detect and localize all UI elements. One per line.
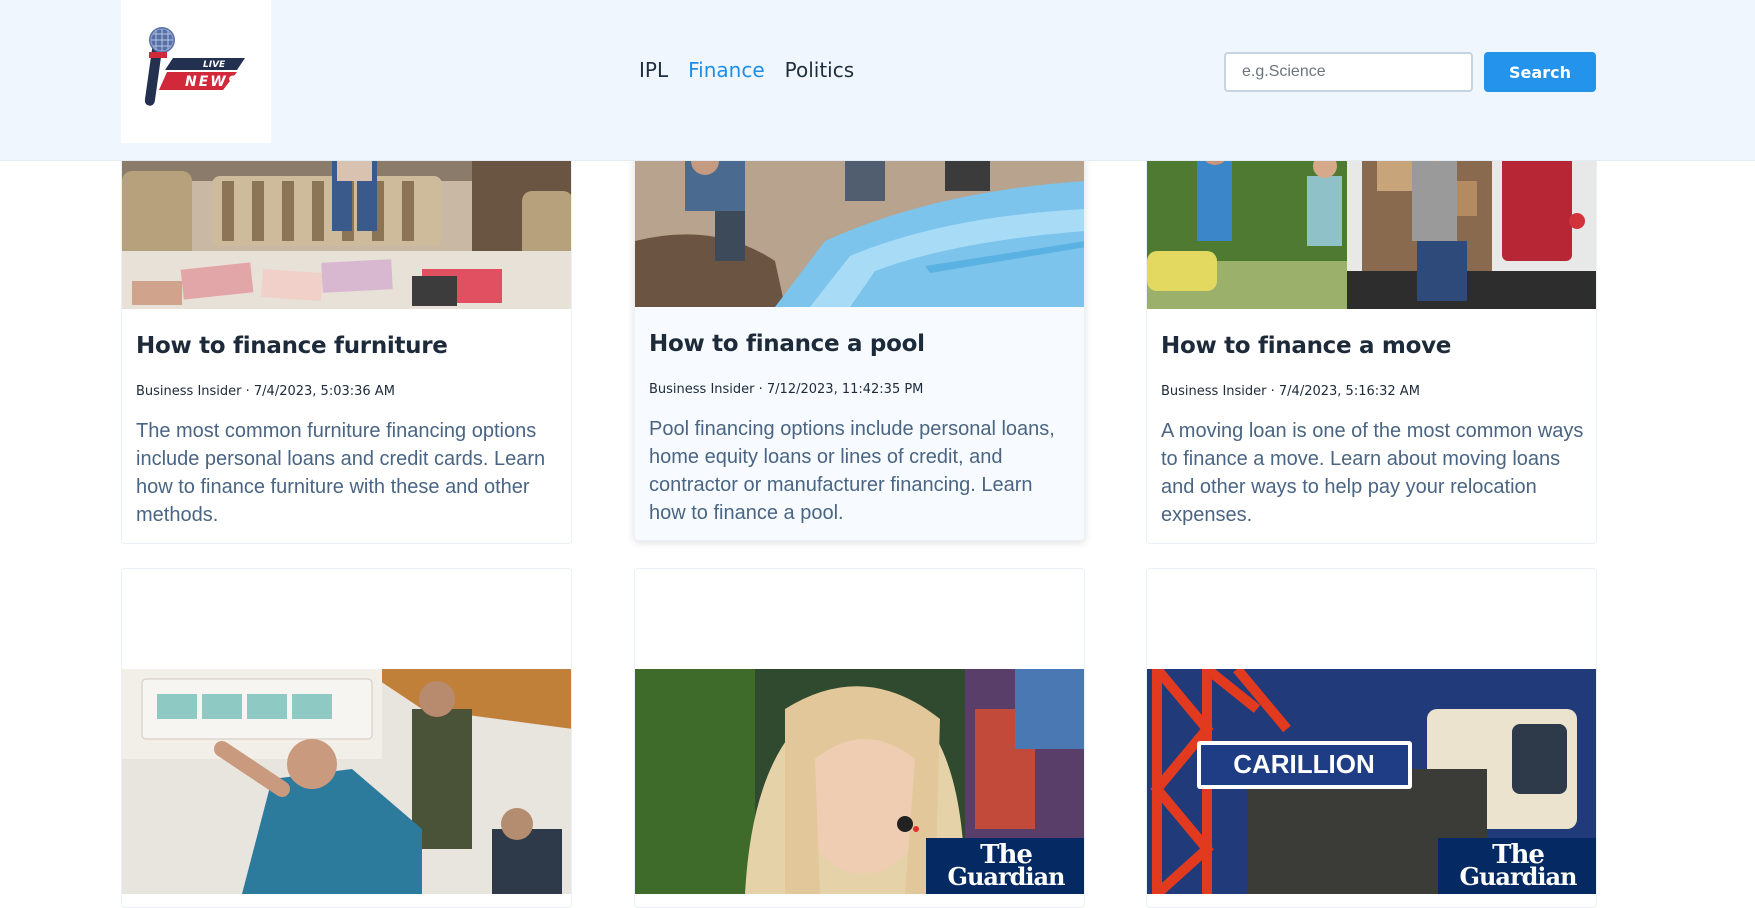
live-news-logo-icon: LIVE NEWS bbox=[144, 27, 245, 106]
news-card[interactable]: How to finance a pool Business Insider ·… bbox=[634, 120, 1085, 541]
card-image bbox=[122, 669, 571, 894]
svg-text:LIVE: LIVE bbox=[203, 60, 226, 70]
card-meta: Business Insider · 7/4/2023, 5:16:32 AM bbox=[1161, 384, 1420, 399]
news-card[interactable]: The Guardian bbox=[634, 568, 1085, 908]
svg-text:CARILLION: CARILLION bbox=[1233, 749, 1375, 779]
site-logo[interactable]: LIVE NEWS bbox=[121, 0, 271, 143]
news-card[interactable]: CARILLION The Guardian bbox=[1146, 568, 1597, 908]
svg-text:NEWS: NEWS bbox=[185, 74, 240, 90]
card-description: Pool financing options include personal … bbox=[649, 418, 1055, 524]
search-input[interactable] bbox=[1224, 52, 1473, 92]
card-description: A moving loan is one of the most common … bbox=[1161, 420, 1584, 526]
card-title[interactable]: How to finance furniture bbox=[136, 333, 448, 359]
navbar: LIVE NEWS IPL Finance Politics Search bbox=[0, 0, 1755, 161]
guardian-badge: The Guardian bbox=[1438, 838, 1596, 894]
nav-link-finance[interactable]: Finance bbox=[688, 58, 765, 82]
card-image: The Guardian bbox=[635, 669, 1084, 894]
card-description: The most common furniture financing opti… bbox=[136, 420, 546, 526]
news-card[interactable]: How to finance furniture Business Inside… bbox=[121, 120, 572, 544]
main-nav: IPL Finance Politics bbox=[639, 58, 854, 82]
search-button[interactable]: Search bbox=[1484, 52, 1596, 92]
guardian-badge: The Guardian bbox=[926, 838, 1084, 894]
card-title[interactable]: How to finance a pool bbox=[649, 331, 925, 357]
news-card[interactable]: How to finance a move Business Insider ·… bbox=[1146, 120, 1597, 544]
card-meta: Business Insider · 7/12/2023, 11:42:35 P… bbox=[649, 382, 924, 397]
nav-link-ipl[interactable]: IPL bbox=[639, 58, 668, 82]
card-meta: Business Insider · 7/4/2023, 5:03:36 AM bbox=[136, 384, 395, 399]
card-title[interactable]: How to finance a move bbox=[1161, 333, 1451, 359]
card-image: CARILLION The Guardian bbox=[1147, 669, 1596, 894]
nav-link-politics[interactable]: Politics bbox=[785, 58, 855, 82]
news-card[interactable] bbox=[121, 568, 572, 908]
